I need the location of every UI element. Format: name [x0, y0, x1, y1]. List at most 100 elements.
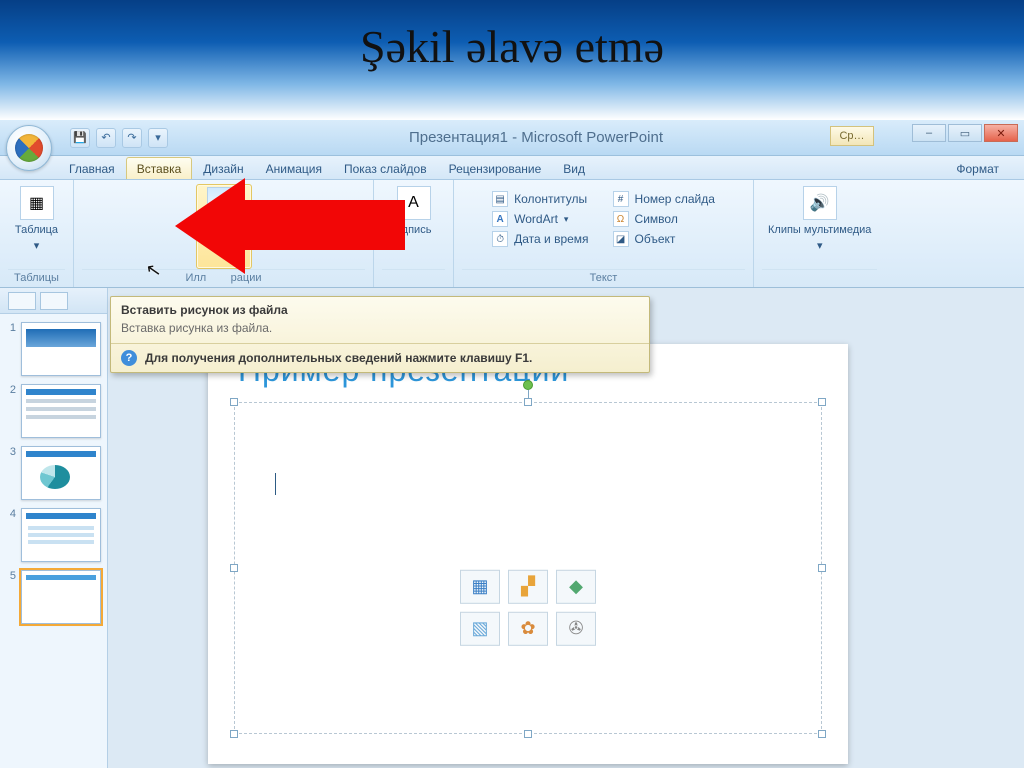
qat-undo-icon[interactable]: ↶ — [96, 128, 116, 148]
text-caret — [275, 473, 276, 495]
outline-pane-tab[interactable] — [40, 292, 68, 310]
resize-handle[interactable] — [818, 730, 826, 738]
dropdown-icon: ▾ — [564, 214, 569, 225]
pane-tabs — [0, 288, 108, 314]
picture-icon — [207, 187, 241, 221]
textbox-button[interactable]: A адпись — [386, 184, 442, 238]
symbol-button[interactable]: Ω Символ — [609, 210, 719, 228]
ribbon-group-textbox-partial: A адпись — [374, 180, 454, 287]
tab-spacer — [596, 171, 945, 179]
speaker-icon: 🔊 — [803, 186, 837, 220]
thumb-2[interactable]: 2 — [6, 384, 101, 438]
header-footer-button[interactable]: ▤ Колонтитулы — [488, 190, 592, 208]
thumb-1[interactable]: 1 — [6, 322, 101, 376]
table-button-label: Таблица — [15, 224, 58, 236]
tooltip-footer-text: Для получения дополнительных сведений на… — [145, 351, 532, 365]
slides-pane-tab[interactable] — [8, 292, 36, 310]
office-button[interactable] — [6, 125, 52, 171]
tooltip-title: Вставить рисунок из файла — [111, 297, 649, 319]
slide-number-icon: # — [613, 191, 629, 207]
maximize-button[interactable]: ▭ — [948, 124, 982, 142]
tab-format[interactable]: Формат — [945, 157, 1024, 179]
datetime-button[interactable]: ⏱Дата и время — [488, 230, 592, 248]
thumb-5[interactable]: 5 — [6, 570, 101, 624]
object-button[interactable]: ◪Объект — [609, 230, 719, 248]
minimize-button[interactable]: – — [912, 124, 946, 142]
resize-handle[interactable] — [818, 398, 826, 406]
resize-handle[interactable] — [230, 730, 238, 738]
thumb-3[interactable]: 3 — [6, 446, 101, 500]
resize-handle[interactable] — [230, 398, 238, 406]
table-button[interactable]: ▦ Таблица ▾ — [9, 184, 65, 254]
header-footer-label: Колонтитулы — [514, 192, 587, 206]
wordart-button[interactable]: AWordArt▾ — [488, 210, 592, 228]
symbol-label: Символ — [635, 212, 678, 226]
header-footer-icon: ▤ — [492, 191, 508, 207]
tooltip: Вставить рисунок из файла Вставка рисунк… — [110, 296, 650, 373]
powerpoint-window: 💾 ↶ ↷ ▾ Презентация1 - Microsoft PowerPo… — [0, 120, 1024, 768]
group-label-text: Текст — [462, 269, 745, 287]
tab-view[interactable]: Вид — [552, 157, 596, 179]
outer-slide-title: Şəkil əlavə etmə — [0, 20, 1024, 73]
resize-handle[interactable] — [524, 730, 532, 738]
ribbon-group-text: ▤Колонтитулы AWordArt▾ ⏱Дата и время #Но… — [454, 180, 754, 287]
thumb-number: 3 — [6, 446, 16, 458]
close-button[interactable]: ✕ — [984, 124, 1018, 142]
qat-customize-icon[interactable]: ▾ — [148, 128, 168, 148]
qat-redo-icon[interactable]: ↷ — [122, 128, 142, 148]
resize-handle[interactable] — [818, 564, 826, 572]
ribbon-group-media: 🔊 Клипы мультимедиа ▾ — [754, 180, 885, 287]
ribbon-tabs: Главная Вставка Дизайн Анимация Показ сл… — [0, 156, 1024, 180]
titlebar: 💾 ↶ ↷ ▾ Презентация1 - Microsoft PowerPo… — [0, 120, 1024, 156]
ribbon-group-illustrations: Рисунок Илл рации — [74, 180, 374, 287]
insert-clipart-icon[interactable]: ✿ — [508, 611, 548, 645]
wordart-label: WordArt — [514, 212, 558, 226]
group-label-empty1 — [382, 269, 445, 287]
group-label-illustrations: Илл рации — [82, 269, 365, 287]
symbol-icon: Ω — [613, 211, 629, 227]
media-button[interactable]: 🔊 Клипы мультимедиа ▾ — [762, 184, 877, 254]
dropdown-icon: ▾ — [817, 240, 823, 252]
insert-picture-icon[interactable]: ▧ — [460, 611, 500, 645]
slide-page[interactable]: Пример презентации ▦ ▞ ◆ ▧ ✿ ✇ — [208, 344, 848, 764]
tooltip-footer: ? Для получения дополнительных сведений … — [111, 343, 649, 372]
window-controls: – ▭ ✕ — [912, 124, 1018, 142]
content-placeholder[interactable]: ▦ ▞ ◆ ▧ ✿ ✇ — [234, 402, 822, 734]
tab-design[interactable]: Дизайн — [192, 157, 254, 179]
thumb-4[interactable]: 4 — [6, 508, 101, 562]
insert-smartart-icon[interactable]: ◆ — [556, 569, 596, 603]
slide-number-label: Номер слайда — [635, 192, 715, 206]
textbox-label-partial: адпись — [396, 224, 432, 236]
thumb-number: 5 — [6, 570, 16, 582]
insert-media-icon[interactable]: ✇ — [556, 611, 596, 645]
tab-home[interactable]: Главная — [58, 157, 126, 179]
qat-save-icon[interactable]: 💾 — [70, 128, 90, 148]
text-col2: # Номер слайда Ω Символ ◪Объект — [609, 186, 719, 269]
dropdown-icon: ▾ — [34, 240, 40, 252]
insert-table-icon[interactable]: ▦ — [460, 569, 500, 603]
resize-handle[interactable] — [230, 564, 238, 572]
ribbon-group-tables: ▦ Таблица ▾ Таблицы — [0, 180, 74, 287]
group-label-media — [762, 269, 877, 287]
rotate-handle[interactable] — [523, 380, 533, 390]
table-icon: ▦ — [20, 186, 54, 220]
text-col1: ▤Колонтитулы AWordArt▾ ⏱Дата и время — [488, 186, 592, 269]
picture-button[interactable]: Рисунок — [196, 184, 252, 269]
insert-chart-icon[interactable]: ▞ — [508, 569, 548, 603]
content-icons: ▦ ▞ ◆ ▧ ✿ ✇ — [460, 569, 596, 645]
contextual-tab-label[interactable]: Ср… — [830, 126, 874, 146]
tab-slideshow[interactable]: Показ слайдов — [333, 157, 438, 179]
tab-review[interactable]: Рецензирование — [438, 157, 553, 179]
slide-number-button[interactable]: # Номер слайда — [609, 190, 719, 208]
thumb-number: 1 — [6, 322, 16, 334]
tooltip-body: Вставка рисунка из файла. — [111, 319, 649, 343]
group-label-tables: Таблицы — [8, 269, 65, 287]
tab-animation[interactable]: Анимация — [255, 157, 333, 179]
tab-insert[interactable]: Вставка — [126, 157, 193, 179]
picture-button-label: Рисунок — [203, 225, 245, 237]
media-button-label: Клипы мультимедиа — [768, 224, 871, 236]
quick-access-toolbar: 💾 ↶ ↷ ▾ — [70, 128, 168, 148]
help-icon: ? — [121, 350, 137, 366]
object-label: Объект — [635, 232, 676, 246]
resize-handle[interactable] — [524, 398, 532, 406]
